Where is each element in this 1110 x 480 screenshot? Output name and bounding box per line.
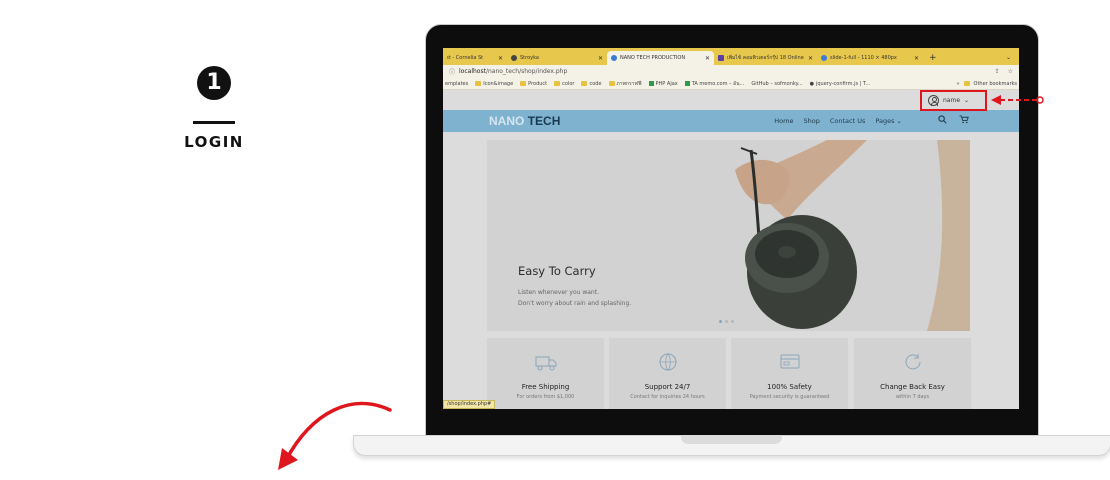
new-tab-button[interactable]: + [923,51,943,65]
url-text[interactable]: localhost/nano_tech/shop/index.php [459,68,567,75]
nav-shop[interactable]: Shop [804,117,820,125]
cart-icon[interactable] [959,115,969,127]
site-logo[interactable]: NANO TECH [489,114,560,128]
hero-text: Listen whenever you want. [518,289,599,296]
site-favicon-icon [821,55,827,61]
bookmark-item[interactable]: color [554,81,574,87]
hero-banner[interactable]: Easy To Carry Listen whenever you want. … [487,140,970,331]
bookmark-item[interactable]: PHP Ajax [648,81,678,87]
feature-card: Support 24/7 Contact for inquiries 24 ho… [609,338,726,409]
tab-label: Stroyka [520,55,539,61]
bookmark-icon [648,81,654,86]
bookmark-item[interactable]: Product [520,81,547,87]
feature-title: 100% Safety [767,383,812,391]
step-label: LOGIN [184,133,244,151]
info-icon[interactable]: ⓘ [449,67,455,76]
bookmark-item[interactable]: ● jquery-confirm.js | T... [810,81,871,87]
bookmark-item[interactable]: Icon&image [475,81,513,87]
nav-pages[interactable]: Pages ⌄ [875,117,902,125]
browser-tab-bar: ɪt - Cornelia St ✕ Stroyka ✕ NANO TECH P… [443,48,1019,65]
more-icon[interactable]: » [956,81,959,87]
nav-links: Home Shop Contact Us Pages ⌄ [774,117,902,125]
share-icon[interactable]: ⇪ [995,68,1000,75]
feature-subtitle: within 7 days [895,394,930,400]
feature-subtitle: Contact for inquiries 24 hours [630,394,705,400]
address-bar[interactable]: ⓘ localhost/nano_tech/shop/index.php ⇪ ☆ [443,65,1019,78]
feature-title: Free Shipping [521,383,570,391]
step-number: 1 [197,66,231,100]
feature-title: Support 24/7 [644,383,691,391]
folder-icon [520,81,527,86]
folder-icon [963,81,970,86]
nav-icons [938,115,969,127]
tab-label: NANO TECH PRODUCTION [620,55,686,61]
truck-icon [535,356,556,371]
close-icon[interactable]: ✕ [808,55,813,62]
pointer-arrow-icon [991,95,1044,105]
laptop-notch [681,435,782,444]
other-bookmarks[interactable]: Other bookmarks [974,81,1017,87]
user-menu-highlight [920,90,987,111]
site-favicon-icon [611,55,617,61]
feature-card: Change Back Easy within 7 days [854,338,971,409]
bookmark-item[interactable]: GitHub – sofmonky... [751,81,802,87]
bookmark-item[interactable]: code [581,81,602,87]
bookmarks-bar: emplates Icon&image Product color code ภ… [443,78,1019,90]
globe-support-icon [659,353,676,371]
bookmark-icon [684,81,690,86]
hero-text: Don't worry about rain and splashing. [518,300,632,307]
feature-subtitle: For orders from $1,000 [516,394,575,400]
close-icon[interactable]: ✕ [598,55,603,62]
close-icon[interactable]: ✕ [498,55,503,62]
chevron-down-icon[interactable]: ⌄ [1006,51,1019,65]
bookmark-item[interactable]: ภาพกราฟฟี [608,80,642,88]
feature-title: Change Back Easy [880,383,945,391]
carousel-dot[interactable] [731,320,734,323]
hero-title: Easy To Carry [518,264,596,278]
tab-label: เพิ่มไข้ คอมพิวเตอร์กรุ๊ป 18 Online [727,55,804,61]
step-divider [193,121,235,124]
page-content: Easy To Carry Listen whenever you want. … [443,132,1019,409]
site-favicon-icon [511,55,517,61]
search-icon[interactable] [938,115,947,127]
folder-icon [581,81,588,86]
browser-tab[interactable]: ɪt - Cornelia St ✕ [443,51,507,65]
refresh-icon [905,354,920,370]
close-icon[interactable]: ✕ [914,55,919,62]
browser-tab-active[interactable]: NANO TECH PRODUCTION ✕ [607,51,714,65]
tutorial-slide: 1 LOGIN ɪt - Cornelia St ✕ Stroyka ✕ NAN… [0,0,1110,480]
bookmark-item[interactable]: emplates [445,81,468,87]
carousel-dots [719,320,734,323]
nav-contact[interactable]: Contact Us [830,117,866,125]
tab-label: ɪt - Cornelia St [447,55,484,61]
folder-icon [608,81,615,86]
nav-home[interactable]: Home [774,117,793,125]
bookmark-item[interactable]: TA memo.com – อัน... [684,80,744,88]
payment-card-icon [780,354,799,369]
curved-arrow-icon [278,401,392,470]
carousel-dot[interactable] [719,320,722,323]
browser-tab[interactable]: เพิ่มไข้ คอมพิวเตอร์กรุ๊ป 18 Online ✕ [714,51,817,65]
feature-card: Free Shipping For orders from $1,000 [487,338,604,409]
carousel-dot[interactable] [725,320,728,323]
folder-icon [554,81,561,86]
site-favicon-icon [718,55,724,61]
step-marker: 1 LOGIN [178,66,250,151]
status-url: /shop/index.php# [443,400,496,409]
browser-tab[interactable]: slide-1-full - 1110 × 480px ✕ [817,51,923,65]
folder-icon [475,81,482,86]
github-icon: ● [809,80,814,87]
feature-card: 100% Safety Payment security is guarante… [731,338,848,409]
feature-subtitle: Payment security is guaranteed [749,394,830,400]
close-icon[interactable]: ✕ [705,55,710,62]
tab-label: slide-1-full - 1110 × 480px [830,55,897,61]
star-icon[interactable]: ☆ [1008,68,1013,75]
site-navbar: NANO TECH Home Shop Contact Us Pages ⌄ [443,110,1019,132]
browser-tab[interactable]: Stroyka ✕ [507,51,607,65]
